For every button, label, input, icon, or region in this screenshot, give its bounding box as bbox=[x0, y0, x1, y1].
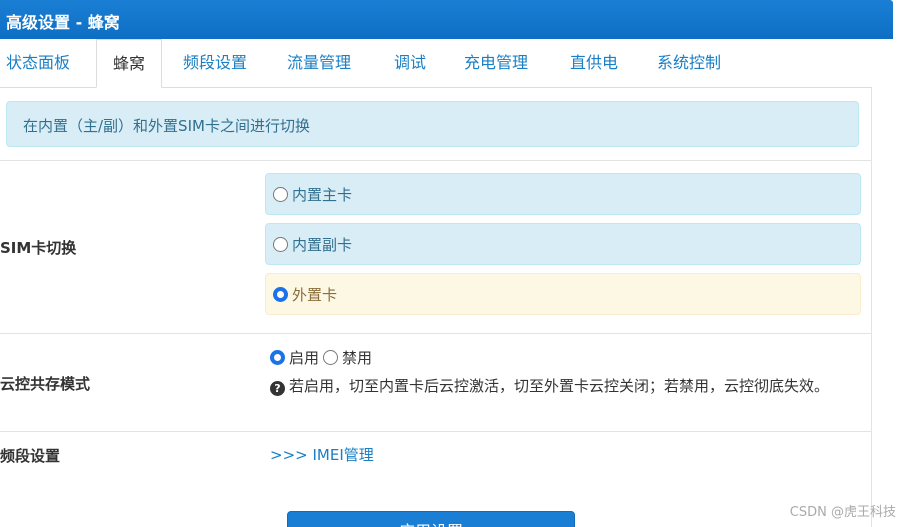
imei-management-link[interactable]: >>> IMEI管理 bbox=[270, 444, 374, 465]
cloud-mode-help-text: 若启用，切至内置卡后云控激活，切至外置卡云控关闭；若禁用，云控彻底失效。 bbox=[289, 377, 830, 395]
tab-direct-power[interactable]: 直供电 bbox=[570, 39, 618, 87]
sim-option-internal-primary[interactable]: 内置主卡 bbox=[265, 173, 861, 215]
tab-band-settings[interactable]: 频段设置 bbox=[183, 39, 247, 87]
tab-bar: 状态面板 蜂窝 频段设置 流量管理 调试 充电管理 直供电 系统控制 bbox=[0, 39, 872, 88]
tab-cellular[interactable]: 蜂窝 bbox=[96, 39, 162, 88]
tab-charging-management[interactable]: 充电管理 bbox=[464, 39, 528, 87]
tab-status-panel[interactable]: 状态面板 bbox=[6, 39, 70, 87]
divider bbox=[0, 431, 872, 432]
radio-button-unchecked[interactable] bbox=[273, 186, 288, 202]
tab-system-control[interactable]: 系统控制 bbox=[657, 39, 721, 87]
cloud-mode-disable-label: 禁用 bbox=[342, 349, 373, 367]
page-title: 高级设置 - 蜂窝 bbox=[6, 13, 120, 32]
sim-option-internal-secondary[interactable]: 内置副卡 bbox=[265, 223, 861, 265]
cloud-mode-help: ? 若启用，切至内置卡后云控激活，切至外置卡云控关闭；若禁用，云控彻底失效。 bbox=[270, 374, 862, 398]
info-alert-text: 在内置（主/副）和外置SIM卡之间进行切换 bbox=[23, 117, 310, 135]
tab-traffic-management[interactable]: 流量管理 bbox=[287, 39, 351, 87]
radio-button-checked[interactable] bbox=[273, 286, 288, 302]
watermark: CSDN @虎王科技 bbox=[789, 505, 896, 520]
divider bbox=[0, 333, 872, 334]
question-circle-icon: ? bbox=[270, 381, 285, 396]
cloud-mode-radio-group: 启用 禁用 bbox=[270, 347, 376, 368]
sim-switch-label: SIM卡切换 bbox=[0, 239, 77, 257]
panel-border bbox=[871, 88, 872, 527]
radio-button-checked[interactable] bbox=[270, 350, 285, 365]
sim-option-label: 内置主卡 bbox=[292, 185, 353, 204]
radio-button-unchecked[interactable] bbox=[273, 236, 288, 252]
info-alert: 在内置（主/副）和外置SIM卡之间进行切换 bbox=[6, 101, 859, 147]
sim-option-external[interactable]: 外置卡 bbox=[265, 273, 861, 315]
cloud-mode-label: 云控共存模式 bbox=[0, 375, 91, 393]
cloud-mode-enable-label: 启用 bbox=[289, 349, 320, 367]
band-settings-label: 频段设置 bbox=[0, 447, 61, 465]
sim-option-label: 内置副卡 bbox=[292, 235, 353, 254]
cloud-mode-enable-option[interactable]: 启用 bbox=[270, 347, 319, 368]
apply-settings-button[interactable]: 应用设置 bbox=[287, 511, 575, 527]
radio-button-unchecked[interactable] bbox=[323, 350, 339, 365]
cloud-mode-disable-option[interactable]: 禁用 bbox=[323, 347, 372, 368]
page-title-bar: 高级设置 - 蜂窝 bbox=[0, 0, 893, 39]
tab-debug[interactable]: 调试 bbox=[394, 39, 426, 87]
sim-option-label: 外置卡 bbox=[292, 285, 338, 304]
divider bbox=[0, 160, 872, 161]
